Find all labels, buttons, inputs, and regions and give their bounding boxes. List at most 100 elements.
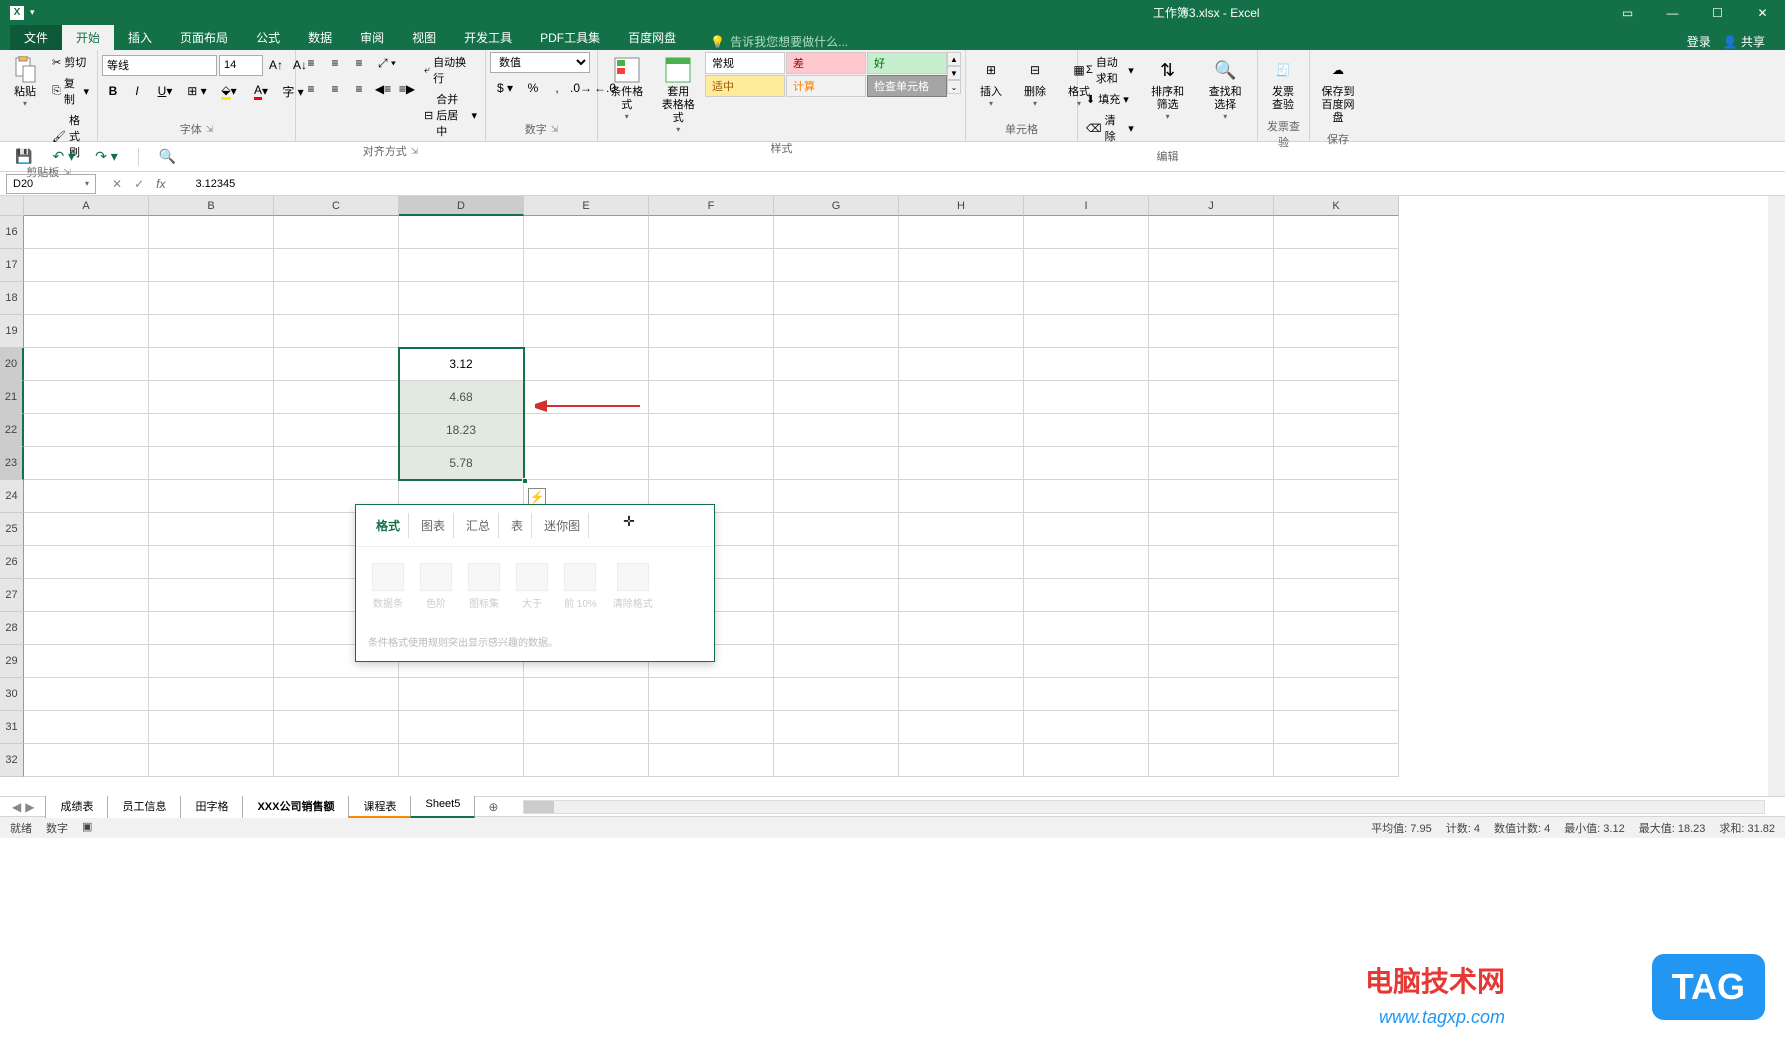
tab-pdf[interactable]: PDF工具集 (526, 25, 614, 50)
cell-E30[interactable] (524, 678, 649, 711)
cell-K28[interactable] (1274, 612, 1399, 645)
style-down-icon[interactable]: ▼ (947, 66, 961, 80)
qa-option[interactable]: 图标集 (464, 559, 504, 614)
tab-insert[interactable]: 插入 (114, 25, 166, 50)
sheet-nav-next-icon[interactable]: ▶ (25, 800, 34, 814)
row-header-26[interactable]: 26 (0, 546, 24, 579)
row-header-29[interactable]: 29 (0, 645, 24, 678)
row-header-23[interactable]: 23 (0, 447, 24, 480)
cell-J22[interactable] (1149, 414, 1274, 447)
cell-H19[interactable] (899, 315, 1024, 348)
cell-I17[interactable] (1024, 249, 1149, 282)
cell-F30[interactable] (649, 678, 774, 711)
cell-I27[interactable] (1024, 579, 1149, 612)
sheet-tab[interactable]: 课程表 (348, 795, 411, 818)
tab-developer[interactable]: 开发工具 (450, 25, 526, 50)
cell-J17[interactable] (1149, 249, 1274, 282)
sheet-tab[interactable]: XXX公司销售额 (242, 795, 349, 818)
merge-center-button[interactable]: ⊟合并后居中 ▾ (420, 89, 481, 141)
table-format-button[interactable]: 套用 表格格式▾ (654, 52, 704, 138)
cell-A21[interactable] (24, 381, 149, 414)
fx-icon[interactable]: fx (156, 177, 165, 191)
tab-home[interactable]: 开始 (62, 25, 114, 50)
col-header-E[interactable]: E (524, 196, 649, 216)
cell-I29[interactable] (1024, 645, 1149, 678)
percent-format-icon[interactable]: % (522, 77, 544, 99)
qa-tab-table[interactable]: 表 (503, 513, 532, 538)
cell-D22[interactable]: 18.23 (399, 414, 524, 447)
paste-button[interactable]: 粘贴 ▾ (4, 52, 46, 112)
sheet-tab[interactable]: Sheet5 (410, 795, 475, 818)
number-format-select[interactable]: 数值 (490, 52, 590, 73)
tab-formulas[interactable]: 公式 (242, 25, 294, 50)
cell-A23[interactable] (24, 447, 149, 480)
cell-K30[interactable] (1274, 678, 1399, 711)
cell-F31[interactable] (649, 711, 774, 744)
cell-G23[interactable] (774, 447, 899, 480)
cell-I24[interactable] (1024, 480, 1149, 513)
cell-H20[interactable] (899, 348, 1024, 381)
cell-B17[interactable] (149, 249, 274, 282)
style-check[interactable]: 检查单元格 (867, 75, 947, 97)
name-box-caret-icon[interactable]: ▾ (85, 179, 89, 188)
maximize-icon[interactable]: ☐ (1695, 0, 1740, 25)
cell-E23[interactable] (524, 447, 649, 480)
cell-F20[interactable] (649, 348, 774, 381)
delete-cells-button[interactable]: ⊟删除▾ (1014, 52, 1056, 112)
cell-C22[interactable] (274, 414, 399, 447)
cell-K29[interactable] (1274, 645, 1399, 678)
cell-G26[interactable] (774, 546, 899, 579)
cell-B24[interactable] (149, 480, 274, 513)
cell-J27[interactable] (1149, 579, 1274, 612)
add-sheet-button[interactable]: ⊕ (483, 800, 503, 814)
cell-H24[interactable] (899, 480, 1024, 513)
cell-D30[interactable] (399, 678, 524, 711)
cell-C17[interactable] (274, 249, 399, 282)
col-header-A[interactable]: A (24, 196, 149, 216)
insert-cells-button[interactable]: ⊞插入▾ (970, 52, 1012, 112)
align-right-icon[interactable]: ≡ (348, 78, 370, 100)
row-header-22[interactable]: 22 (0, 414, 24, 447)
col-header-C[interactable]: C (274, 196, 399, 216)
qa-tab-sparkline[interactable]: 迷你图 (536, 513, 589, 538)
cell-I26[interactable] (1024, 546, 1149, 579)
cell-B21[interactable] (149, 381, 274, 414)
cell-C20[interactable] (274, 348, 399, 381)
row-header-21[interactable]: 21 (0, 381, 24, 414)
tab-review[interactable]: 审阅 (346, 25, 398, 50)
cell-D32[interactable] (399, 744, 524, 777)
cell-I28[interactable] (1024, 612, 1149, 645)
row-header-20[interactable]: 20 (0, 348, 24, 381)
border-button[interactable]: ⊞ ▾ (182, 80, 212, 102)
cell-I23[interactable] (1024, 447, 1149, 480)
col-header-G[interactable]: G (774, 196, 899, 216)
style-normal[interactable]: 常规 (705, 52, 785, 74)
cell-A32[interactable] (24, 744, 149, 777)
row-header-30[interactable]: 30 (0, 678, 24, 711)
cell-A17[interactable] (24, 249, 149, 282)
cell-C19[interactable] (274, 315, 399, 348)
cell-D17[interactable] (399, 249, 524, 282)
cell-B16[interactable] (149, 216, 274, 249)
cell-G29[interactable] (774, 645, 899, 678)
tab-page-layout[interactable]: 页面布局 (166, 25, 242, 50)
cell-G18[interactable] (774, 282, 899, 315)
align-top-icon[interactable]: ≡ (300, 52, 322, 74)
row-header-32[interactable]: 32 (0, 744, 24, 777)
align-middle-icon[interactable]: ≡ (324, 52, 346, 74)
cell-G31[interactable] (774, 711, 899, 744)
tab-view[interactable]: 视图 (398, 25, 450, 50)
cell-E19[interactable] (524, 315, 649, 348)
col-header-B[interactable]: B (149, 196, 274, 216)
enter-formula-icon[interactable]: ✓ (134, 177, 144, 191)
cell-B25[interactable] (149, 513, 274, 546)
sort-filter-button[interactable]: ⇅排序和筛选▾ (1140, 52, 1196, 125)
cell-F23[interactable] (649, 447, 774, 480)
style-good[interactable]: 好 (867, 52, 947, 74)
cell-C18[interactable] (274, 282, 399, 315)
increase-decimal-icon[interactable]: .0→ (570, 77, 592, 99)
cell-K17[interactable] (1274, 249, 1399, 282)
cell-D20[interactable]: 3.12 (399, 348, 524, 381)
cell-E16[interactable] (524, 216, 649, 249)
cell-B22[interactable] (149, 414, 274, 447)
